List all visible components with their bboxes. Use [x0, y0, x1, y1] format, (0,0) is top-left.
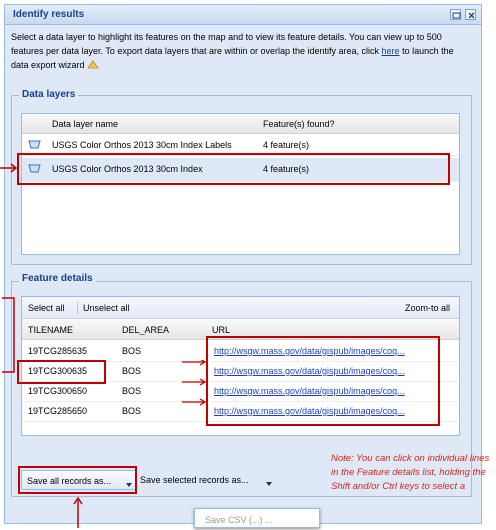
- feature-tilename: 19TCG285635: [28, 346, 88, 356]
- feature-details-legend: Feature details: [19, 273, 96, 284]
- layer-name: USGS Color Orthos 2013 30cm Index Labels: [52, 140, 232, 150]
- feature-tilename: 19TCG285650: [28, 406, 88, 416]
- unselect-all-button[interactable]: Unselect all: [83, 303, 130, 313]
- layer-icon: [28, 139, 41, 152]
- window-titlebar: Identify results: [5, 5, 481, 25]
- zoom-to-all-button[interactable]: Zoom-to all: [405, 303, 450, 313]
- intro-text-before: Select a data layer to highlight its fea…: [11, 32, 442, 56]
- data-layers-legend: Data layers: [19, 89, 79, 100]
- annotation-box-urls: [206, 336, 440, 426]
- annotation-box-selected-layer: [17, 153, 450, 185]
- annotation-arrow-layer: [0, 161, 20, 177]
- save-selected-records-label: Save selected records as...: [140, 475, 249, 485]
- column-header-url[interactable]: URL: [212, 325, 230, 335]
- annotation-box-save-all: [18, 466, 137, 494]
- data-layers-header: Data layer name Feature(s) found?: [22, 114, 459, 134]
- feature-del-area: BOS: [122, 386, 142, 396]
- select-all-button[interactable]: Select all: [28, 303, 65, 313]
- column-header-features-found[interactable]: Feature(s) found?: [263, 119, 335, 129]
- save-menu-popup[interactable]: Save CSV (...) ...: [194, 508, 320, 528]
- annotation-arrow-up: [72, 496, 84, 530]
- window-title: Identify results: [13, 9, 85, 20]
- annotation-note: Note: You can click on individual lines …: [331, 453, 490, 492]
- chevron-down-icon: [266, 478, 272, 488]
- column-header-tilename[interactable]: TILENAME: [28, 325, 73, 335]
- column-header-del-area[interactable]: DEL_AREA: [122, 325, 169, 335]
- toolbar-separator: [77, 302, 78, 314]
- save-menu-item[interactable]: Save CSV (...) ...: [205, 515, 273, 525]
- export-wizard-link[interactable]: here: [382, 46, 400, 56]
- feature-details-toolbar: Select all Unselect all Zoom-to all: [22, 297, 459, 319]
- save-selected-records-button[interactable]: Save selected records as...: [138, 470, 278, 490]
- annotation-bracket: [0, 296, 20, 378]
- feature-tilename: 19TCG300650: [28, 386, 88, 396]
- annotation-box-tilename: [17, 360, 106, 384]
- feature-del-area: BOS: [122, 406, 142, 416]
- intro-text: Select a data layer to highlight its fea…: [11, 30, 471, 72]
- feature-del-area: BOS: [122, 346, 142, 356]
- close-icon[interactable]: [465, 9, 476, 20]
- layer-feature-count: 4 feature(s): [263, 140, 310, 150]
- feature-del-area: BOS: [122, 366, 142, 376]
- annotation-arrows-urls: [182, 358, 210, 412]
- minimize-icon[interactable]: [450, 9, 461, 20]
- column-header-layer-name[interactable]: Data layer name: [52, 119, 118, 129]
- wizard-icon: [86, 59, 99, 69]
